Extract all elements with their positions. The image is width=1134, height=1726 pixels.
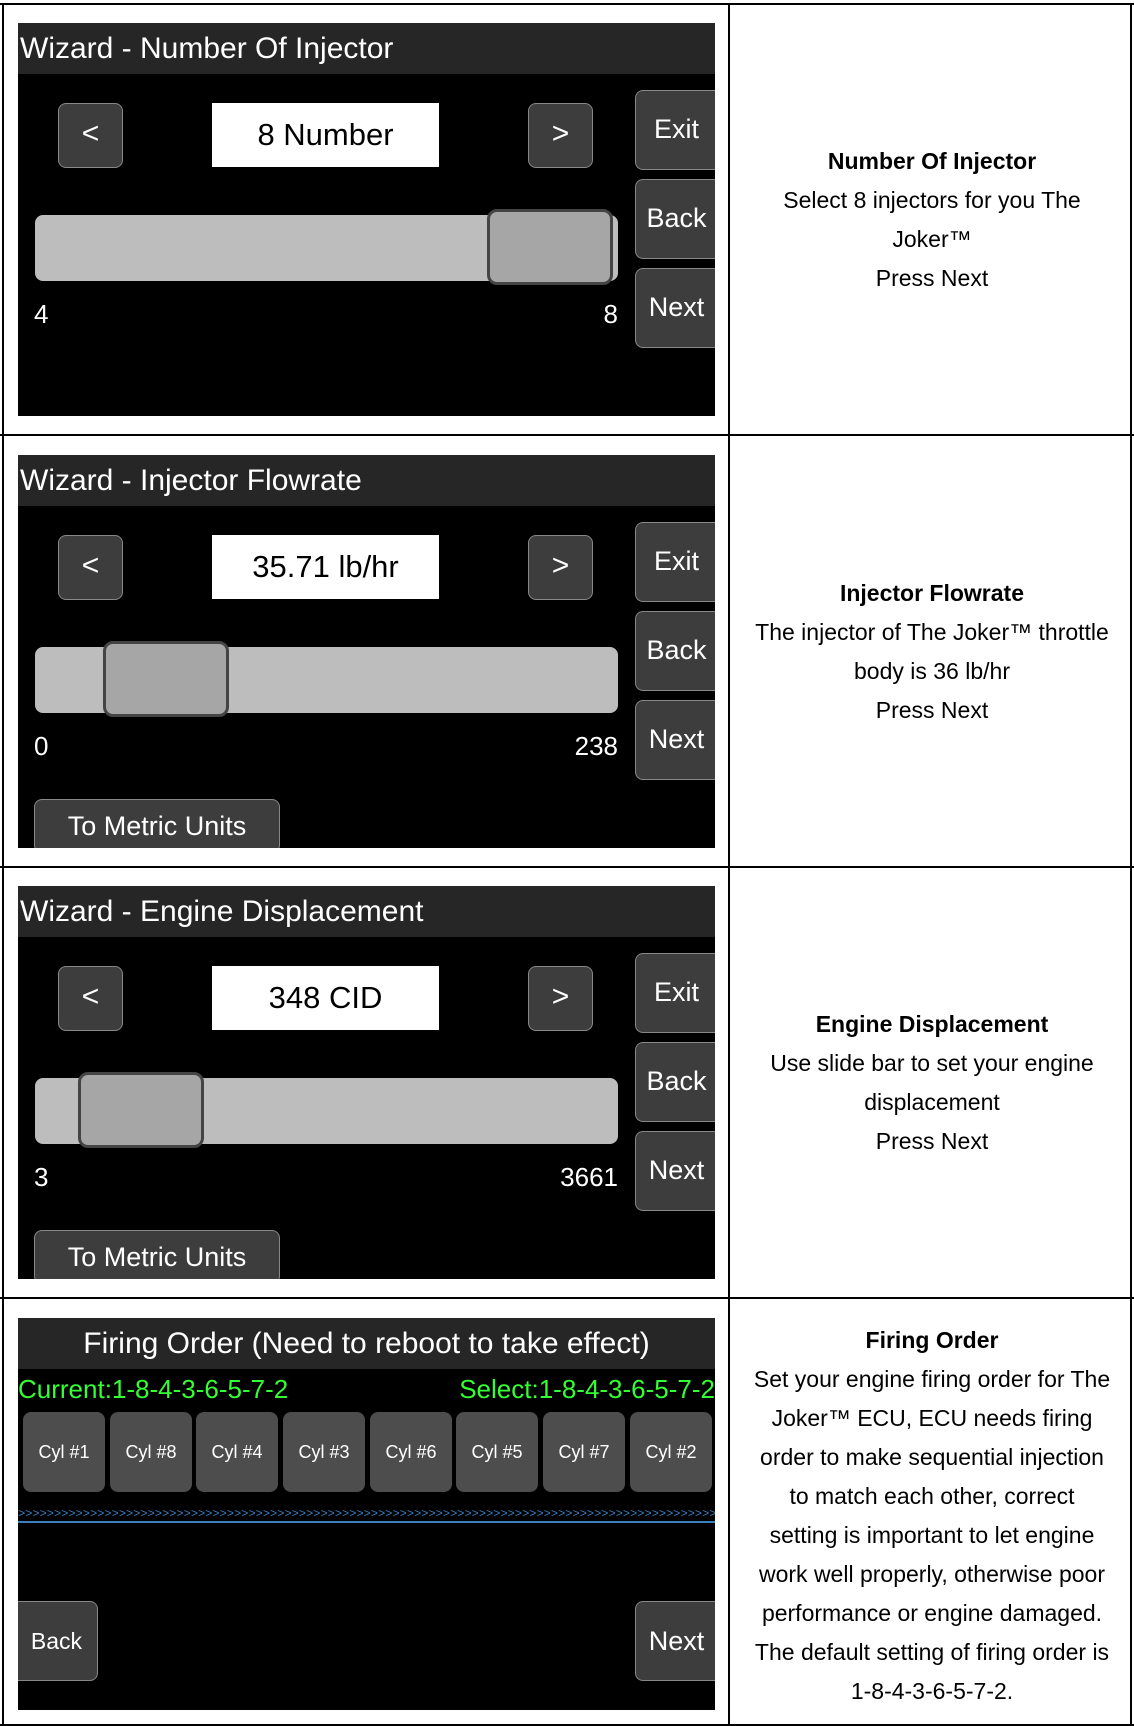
- description-line: to match each other, correct: [789, 1483, 1075, 1509]
- slider-min-label: 0: [34, 731, 49, 761]
- cylinder-button-2[interactable]: Cyl #2: [630, 1412, 712, 1492]
- firing-order-screen: Firing Order (Need to reboot to take eff…: [18, 1318, 715, 1710]
- increase-button[interactable]: >: [528, 966, 593, 1031]
- back-button[interactable]: Back: [635, 1042, 715, 1122]
- value-display: 8 Number: [212, 103, 439, 167]
- back-button[interactable]: Back: [18, 1601, 98, 1681]
- description-line: 1-8-4-3-6-5-7-2.: [850, 1678, 1014, 1704]
- description-line: displacement: [864, 1089, 1000, 1115]
- table-rule: [0, 866, 1134, 868]
- description-heading: Number Of Injector: [827, 148, 1037, 174]
- cylinder-button-1[interactable]: Cyl #1: [23, 1412, 105, 1492]
- cylinder-button-6[interactable]: Cyl #6: [370, 1412, 452, 1492]
- description-line: order to make sequential injection: [760, 1444, 1104, 1470]
- slider-min-label: 3: [34, 1162, 49, 1192]
- description-heading: Firing Order: [865, 1327, 999, 1353]
- slider-min-label: 4: [34, 299, 49, 329]
- description-line: setting is important to let engine: [769, 1522, 1095, 1548]
- firing-order-title: Firing Order (Need to reboot to take eff…: [18, 1318, 715, 1369]
- increase-button[interactable]: >: [528, 103, 593, 168]
- screen-title: Wizard - Engine Displacement: [18, 886, 715, 937]
- table-rule: [2, 3, 4, 1726]
- cylinder-button-5[interactable]: Cyl #5: [456, 1412, 538, 1492]
- document-table: Wizard - Number Of Injector < 8 Number >…: [0, 0, 1134, 1726]
- cylinder-button-4[interactable]: Cyl #4: [196, 1412, 278, 1492]
- next-button[interactable]: Next: [635, 1131, 715, 1211]
- description-line: Press Next: [875, 1128, 989, 1154]
- table-rule: [0, 1297, 1134, 1299]
- exit-button[interactable]: Exit: [635, 522, 715, 602]
- current-order-label: Current:1-8-4-3-6-5-7-2: [18, 1374, 289, 1404]
- description-injector-count: Number Of Injector Select 8 injectors fo…: [730, 142, 1134, 298]
- value-display: 348 CID: [212, 966, 439, 1030]
- blue-divider-line: [18, 1521, 715, 1523]
- slider-thumb[interactable]: [78, 1072, 204, 1148]
- next-button[interactable]: Next: [635, 700, 715, 780]
- description-firing-order: Firing Order Set your engine firing orde…: [730, 1321, 1134, 1711]
- next-button[interactable]: Next: [635, 1601, 715, 1681]
- description-line: Set your engine firing order for The: [753, 1366, 1111, 1392]
- description-line: Joker™: [892, 226, 972, 252]
- chevron-divider: >>>>>>>>>>>>>>>>>>>>>>>>>>>>>>>>>>>>>>>>…: [18, 1508, 715, 1521]
- description-line: Press Next: [875, 697, 989, 723]
- screen-title: Wizard - Number Of Injector: [18, 23, 715, 74]
- cylinder-button-3[interactable]: Cyl #3: [283, 1412, 365, 1492]
- description-line: Joker™ ECU, ECU needs firing: [771, 1405, 1093, 1431]
- slider-max-label: 8: [603, 299, 618, 329]
- increase-button[interactable]: >: [528, 535, 593, 600]
- description-engine-displacement: Engine Displacement Use slide bar to set…: [730, 1005, 1134, 1161]
- description-line: performance or engine damaged.: [761, 1600, 1103, 1626]
- slider-max-label: 238: [574, 731, 618, 761]
- wizard-screen-engine-displacement: Wizard - Engine Displacement < 348 CID >…: [18, 886, 715, 1279]
- cylinder-button-7[interactable]: Cyl #7: [543, 1412, 625, 1492]
- cylinder-button-8[interactable]: Cyl #8: [110, 1412, 192, 1492]
- description-heading: Engine Displacement: [815, 1011, 1049, 1037]
- slider-thumb[interactable]: [487, 209, 613, 285]
- exit-button[interactable]: Exit: [635, 953, 715, 1033]
- screen-title: Wizard - Injector Flowrate: [18, 455, 715, 506]
- to-metric-units-button[interactable]: To Metric Units: [34, 1230, 280, 1279]
- description-line: work well properly, otherwise poor: [759, 1561, 1105, 1587]
- decrease-button[interactable]: <: [58, 103, 123, 168]
- decrease-button[interactable]: <: [58, 535, 123, 600]
- description-line: The default setting of firing order is: [754, 1639, 1110, 1665]
- description-line: Press Next: [875, 265, 989, 291]
- wizard-screen-injector-flowrate: Wizard - Injector Flowrate < 35.71 lb/hr…: [18, 455, 715, 848]
- to-metric-units-button[interactable]: To Metric Units: [34, 799, 280, 848]
- slider-max-label: 3661: [560, 1162, 618, 1192]
- next-button[interactable]: Next: [635, 268, 715, 348]
- description-line: Select 8 injectors for you The: [783, 187, 1081, 213]
- description-line: Use slide bar to set your engine: [770, 1050, 1094, 1076]
- table-rule: [0, 434, 1134, 436]
- decrease-button[interactable]: <: [58, 966, 123, 1031]
- back-button[interactable]: Back: [635, 179, 715, 259]
- slider-thumb[interactable]: [103, 641, 229, 717]
- description-line: body is 36 lb/hr: [854, 658, 1010, 684]
- description-injector-flowrate: Injector Flowrate The injector of The Jo…: [730, 574, 1134, 730]
- wizard-screen-injector-count: Wizard - Number Of Injector < 8 Number >…: [18, 23, 715, 416]
- exit-button[interactable]: Exit: [635, 90, 715, 170]
- value-display: 35.71 lb/hr: [212, 535, 439, 599]
- description-heading: Injector Flowrate: [839, 580, 1025, 606]
- back-button[interactable]: Back: [635, 611, 715, 691]
- description-line: The injector of The Joker™ throttle: [755, 619, 1109, 645]
- table-rule: [0, 3, 1134, 5]
- selected-order-label: Select:1-8-4-3-6-5-7-2: [459, 1374, 715, 1404]
